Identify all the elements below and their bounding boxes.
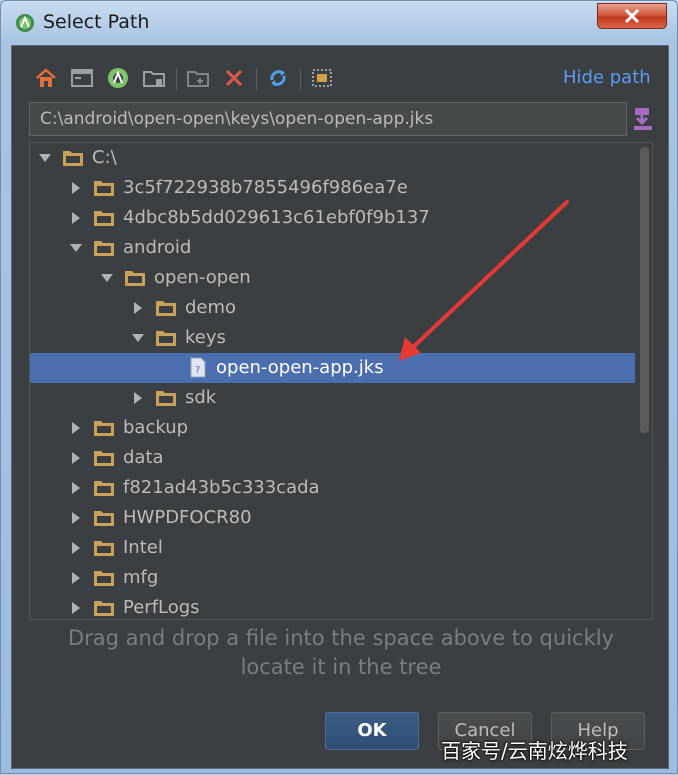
desktop-icon[interactable] [70, 66, 94, 90]
vertical-scrollbar[interactable] [637, 143, 652, 619]
file-icon: ? [190, 357, 206, 378]
expand-down-arrow-icon[interactable] [131, 323, 145, 353]
toolbar-separator [176, 68, 177, 90]
tree-item-label: sdk [185, 387, 217, 408]
tree-folder-row[interactable]: mfg [30, 563, 635, 593]
expand-right-arrow-icon[interactable] [69, 593, 83, 620]
ok-button[interactable]: OK [325, 712, 419, 750]
tree-item-label: C:\ [92, 147, 117, 168]
folder-icon [94, 571, 114, 586]
android-icon[interactable] [106, 66, 130, 90]
tree-folder-row[interactable]: Intel [30, 533, 635, 563]
drag-drop-hint: Drag and drop a file into the space abov… [12, 624, 670, 682]
expand-right-arrow-icon[interactable] [69, 563, 83, 593]
hint-line-2: locate it in the tree [240, 655, 442, 679]
tree-item-label: open-open-app.jks [216, 357, 384, 378]
folder-icon [94, 241, 114, 256]
folder-icon [156, 301, 176, 316]
folder-icon [94, 211, 114, 226]
tree-item-label: demo [185, 297, 237, 318]
tree-folder-row[interactable]: data [30, 443, 635, 473]
refresh-icon[interactable] [266, 66, 290, 90]
show-hidden-icon[interactable] [310, 66, 334, 90]
expand-right-arrow-icon[interactable] [69, 413, 83, 443]
tree-item-label: mfg [123, 567, 159, 588]
expand-right-arrow-icon[interactable] [131, 293, 145, 323]
tree-item-label: HWPDFOCR80 [123, 507, 252, 528]
tree-item-label: backup [123, 417, 189, 438]
tree-folder-row[interactable]: PerfLogs [30, 593, 635, 620]
expand-down-arrow-icon[interactable] [38, 143, 52, 173]
expand-down-arrow-icon[interactable] [100, 263, 114, 293]
folder-icon [156, 331, 176, 346]
folder-icon [94, 421, 114, 436]
hint-line-1: Drag and drop a file into the space abov… [67, 626, 614, 650]
tree-folder-row[interactable]: sdk [30, 383, 635, 413]
home-icon[interactable] [34, 66, 58, 90]
folder-icon [94, 541, 114, 556]
new-folder-icon[interactable] [186, 66, 210, 90]
folder-icon [94, 451, 114, 466]
history-icon[interactable] [632, 106, 654, 132]
tree-item-label: 4dbc8b5dd029613c61ebf0f9b137 [123, 207, 430, 228]
scrollbar-thumb[interactable] [640, 147, 649, 433]
tree-folder-row[interactable]: backup [30, 413, 635, 443]
file-tree[interactable]: PerfLogs mfg Intel HWPDFOCR80 f821ad43b5c333… [29, 142, 653, 620]
window-title: Select Path [43, 11, 150, 33]
expand-right-arrow-icon[interactable] [69, 503, 83, 533]
tree-item-label: open-open [154, 267, 251, 288]
expand-right-arrow-icon[interactable] [69, 473, 83, 503]
hide-path-link[interactable]: Hide path [563, 67, 651, 88]
tree-item-label: f821ad43b5c333cada [123, 477, 320, 498]
folder-icon [94, 481, 114, 496]
tree-folder-row[interactable]: 3c5f722938b7855496f986ea7e [30, 173, 635, 203]
tree-item-label: PerfLogs [123, 597, 200, 618]
close-icon [624, 9, 640, 23]
svg-text:?: ? [195, 365, 200, 376]
dialog-content: Hide path C:\android\open-open\keys\open… [11, 45, 669, 769]
expand-down-arrow-icon[interactable] [69, 233, 83, 263]
tree-item-label: Intel [123, 537, 163, 558]
android-studio-icon [16, 14, 34, 32]
tree-folder-row[interactable]: f821ad43b5c333cada [30, 473, 635, 503]
close-button[interactable] [597, 3, 667, 29]
tree-folder-row[interactable]: keys [30, 323, 635, 353]
drive-folder-icon [63, 151, 83, 166]
title-bar[interactable]: Select Path [1, 1, 677, 45]
watermark: 百家号/云南炫烨科技 [441, 739, 628, 763]
expand-right-arrow-icon[interactable] [69, 173, 83, 203]
tree-item-label: data [123, 447, 164, 468]
delete-icon[interactable] [222, 66, 246, 90]
toolbar [34, 66, 374, 90]
tree-folder-row[interactable]: android [30, 233, 635, 263]
folder-icon [156, 391, 176, 406]
tree-file-row[interactable]: ? open-open-app.jks [30, 353, 635, 383]
folder-icon [94, 181, 114, 196]
folder-icon [125, 271, 145, 286]
tree-item-label: keys [185, 327, 226, 348]
tree-folder-row[interactable]: C:\ [30, 143, 635, 173]
expand-right-arrow-icon[interactable] [69, 533, 83, 563]
expand-right-arrow-icon[interactable] [131, 383, 145, 413]
dialog-window: Select Path Hide path C:\android\open-op… [0, 0, 678, 774]
tree-item-label: 3c5f722938b7855496f986ea7e [123, 177, 408, 198]
toolbar-separator [256, 68, 257, 90]
folder-project-icon[interactable] [142, 66, 166, 90]
path-input[interactable]: C:\android\open-open\keys\open-open-app.… [29, 102, 627, 136]
tree-folder-row[interactable]: open-open [30, 263, 635, 293]
folder-icon [94, 601, 114, 616]
toolbar-separator [300, 68, 301, 90]
tree-folder-row[interactable]: 4dbc8b5dd029613c61ebf0f9b137 [30, 203, 635, 233]
expand-right-arrow-icon[interactable] [69, 443, 83, 473]
expand-right-arrow-icon[interactable] [69, 203, 83, 233]
tree-item-label: android [123, 237, 192, 258]
folder-icon [94, 511, 114, 526]
tree-folder-row[interactable]: HWPDFOCR80 [30, 503, 635, 533]
tree-folder-row[interactable]: demo [30, 293, 635, 323]
